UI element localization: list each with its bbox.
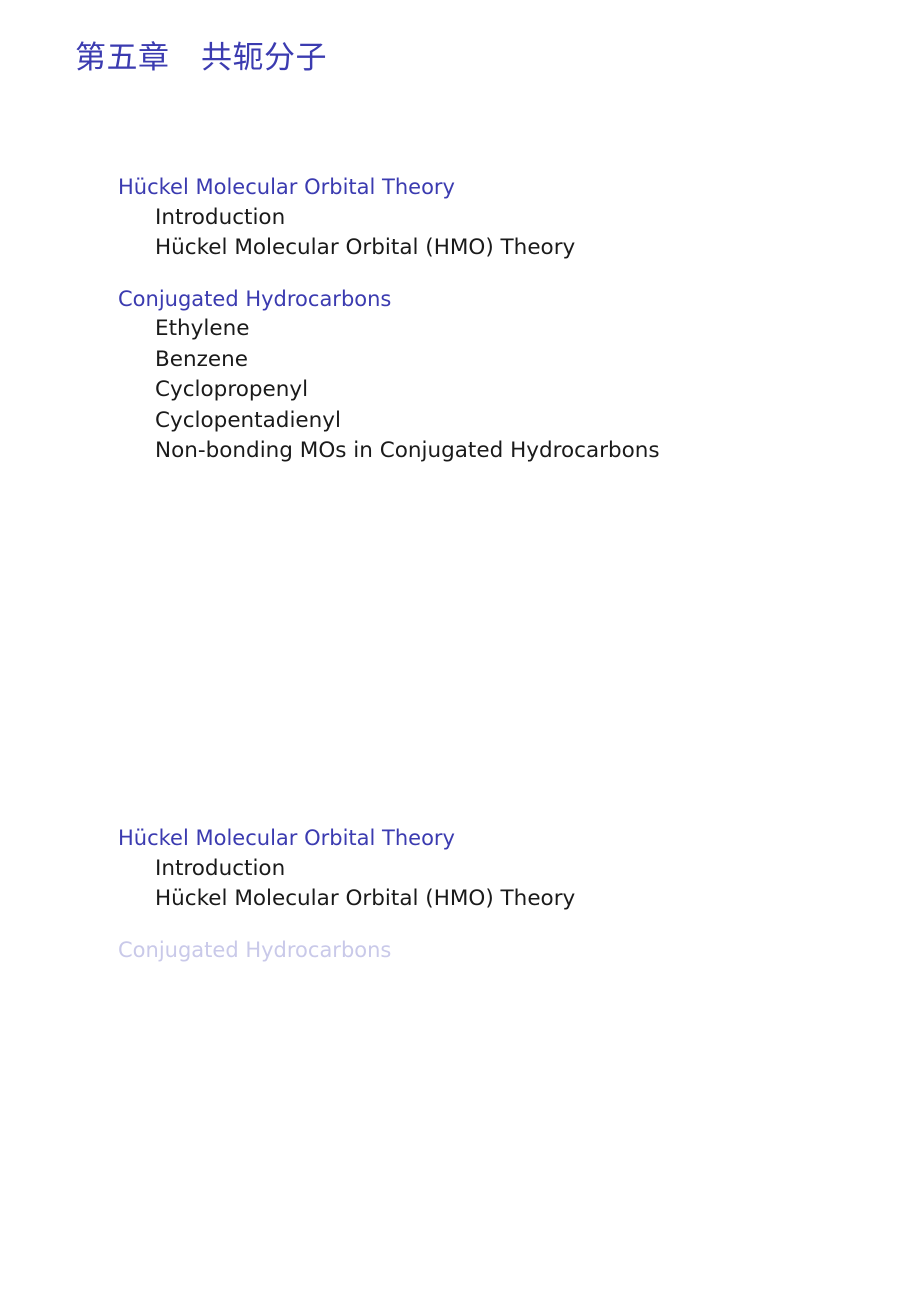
subsection-item-ethylene[interactable]: Ethylene — [155, 314, 920, 345]
page-title: 第五章 共轭分子 — [75, 40, 327, 76]
outline-current-section: Hückel Molecular Orbital Theory Introduc… — [0, 823, 920, 965]
section-title-huckel-molecular-orbital-theory[interactable]: Hückel Molecular Orbital Theory — [118, 172, 920, 203]
outline-section: Conjugated Hydrocarbons — [0, 935, 920, 966]
section-title-conjugated-hydrocarbons[interactable]: Conjugated Hydrocarbons — [118, 935, 920, 966]
subsection-item-cyclopropenyl[interactable]: Cyclopropenyl — [155, 375, 920, 406]
subsection-list: Ethylene Benzene Cyclopropenyl Cyclopent… — [0, 314, 920, 467]
subsection-list: Introduction Hückel Molecular Orbital (H… — [0, 203, 920, 264]
outline-section: Hückel Molecular Orbital Theory Introduc… — [0, 823, 920, 915]
section-title-huckel-molecular-orbital-theory[interactable]: Hückel Molecular Orbital Theory — [118, 823, 920, 854]
subsection-item-introduction[interactable]: Introduction — [155, 203, 920, 234]
subsection-item-non-bonding-mos[interactable]: Non-bonding MOs in Conjugated Hydrocarbo… — [155, 436, 920, 467]
subsection-item-cyclopentadienyl[interactable]: Cyclopentadienyl — [155, 406, 920, 437]
subsection-list: Introduction Hückel Molecular Orbital (H… — [0, 854, 920, 915]
subsection-item-hmo-theory[interactable]: Hückel Molecular Orbital (HMO) Theory — [155, 233, 920, 264]
slide-page: 第五章 共轭分子 Hückel Molecular Orbital Theory… — [0, 0, 920, 1302]
outline-section: Hückel Molecular Orbital Theory Introduc… — [0, 172, 920, 264]
section-title-conjugated-hydrocarbons[interactable]: Conjugated Hydrocarbons — [118, 284, 920, 315]
outline-section: Conjugated Hydrocarbons Ethylene Benzene… — [0, 284, 920, 467]
subsection-item-benzene[interactable]: Benzene — [155, 345, 920, 376]
subsection-item-introduction[interactable]: Introduction — [155, 854, 920, 885]
subsection-item-hmo-theory[interactable]: Hückel Molecular Orbital (HMO) Theory — [155, 884, 920, 915]
outline-full: Hückel Molecular Orbital Theory Introduc… — [0, 172, 920, 467]
